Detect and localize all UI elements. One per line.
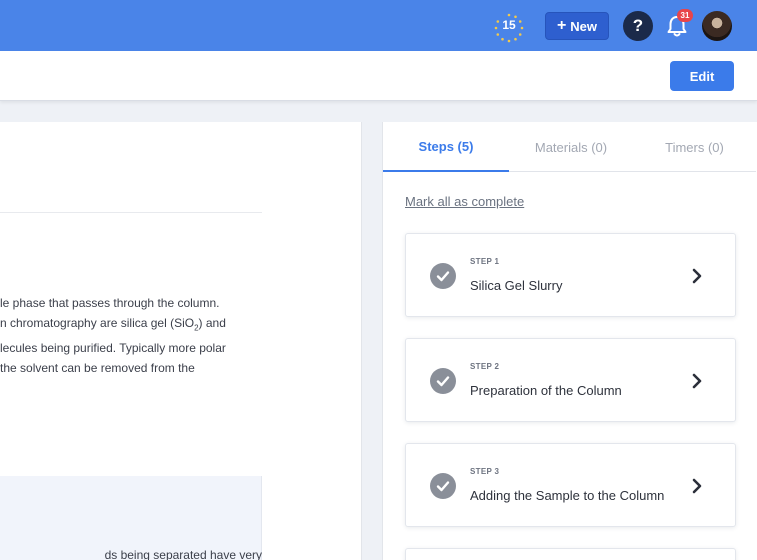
check-circle-icon[interactable] [430, 473, 456, 499]
plus-icon: + [556, 17, 567, 34]
timer-progress-indicator[interactable]: 15 [493, 12, 525, 44]
step-number-label: STEP 1 [470, 257, 500, 266]
page-toolbar: Edit [0, 51, 757, 101]
step-card[interactable] [405, 548, 736, 560]
step-card[interactable]: STEP 2 Preparation of the Column [405, 338, 736, 422]
mark-all-complete-link[interactable]: Mark all as complete [405, 194, 524, 209]
paragraph-line: the solvent can be removed from the [0, 361, 195, 376]
protocol-content-card: le phase that passes through the column.… [0, 122, 362, 560]
check-circle-icon[interactable] [430, 263, 456, 289]
paragraph-line: n chromatography are silica gel (SiO2) a… [0, 316, 226, 333]
new-button[interactable]: + New [545, 12, 609, 40]
chevron-right-icon [692, 478, 702, 494]
steps-panel: Steps (5) Materials (0) Timers (0) Mark … [382, 122, 757, 560]
paragraph-line: le phase that passes through the column. [0, 296, 220, 310]
chevron-right-icon [692, 268, 702, 284]
paragraph-line: lecules being purified. Typically more p… [0, 341, 226, 356]
tab-materials[interactable]: Materials (0) [509, 122, 633, 172]
description-paragraph: le phase that passes through the column.… [0, 293, 262, 378]
step-title: Silica Gel Slurry [470, 278, 563, 293]
user-avatar[interactable] [702, 11, 732, 41]
chevron-right-icon [692, 373, 702, 389]
step-title: Preparation of the Column [470, 383, 622, 398]
timer-count: 15 [502, 18, 516, 32]
tab-steps[interactable]: Steps (5) [383, 122, 509, 172]
step-title: Adding the Sample to the Column [470, 488, 665, 503]
edit-button[interactable]: Edit [670, 61, 734, 91]
note-text-partial: ds being separated have very [104, 548, 262, 560]
top-navigation-bar: 15 + New ? 31 [0, 0, 757, 51]
step-number-label: STEP 2 [470, 362, 500, 371]
question-icon: ? [632, 16, 644, 35]
notification-count-badge: 31 [677, 9, 693, 22]
section-divider [0, 212, 262, 213]
panel-tabs: Steps (5) Materials (0) Timers (0) [383, 122, 756, 172]
step-card[interactable]: STEP 3 Adding the Sample to the Column [405, 443, 736, 527]
help-button[interactable]: ? [623, 11, 653, 41]
step-number-label: STEP 3 [470, 467, 500, 476]
new-button-label: New [570, 18, 598, 34]
check-circle-icon[interactable] [430, 368, 456, 394]
tab-timers[interactable]: Timers (0) [633, 122, 756, 172]
step-card[interactable]: STEP 1 Silica Gel Slurry [405, 233, 736, 317]
